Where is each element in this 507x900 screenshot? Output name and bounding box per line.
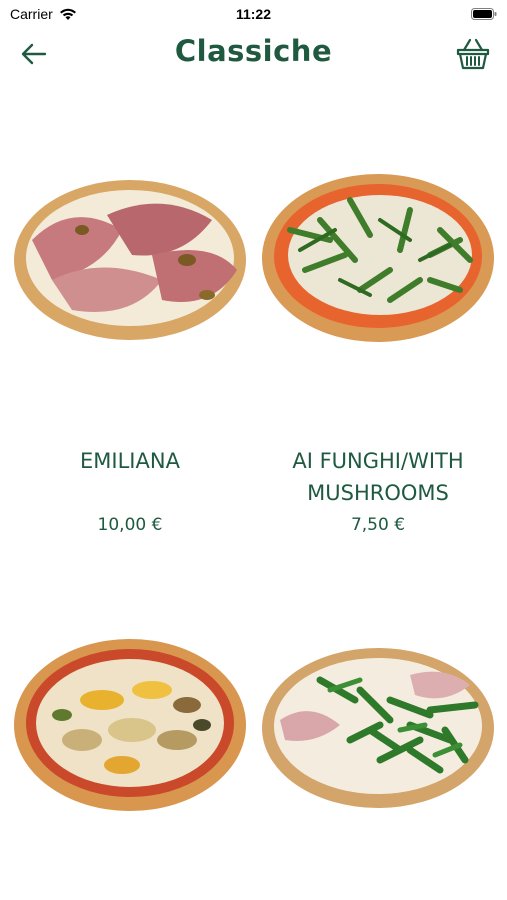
pizza-image — [14, 639, 246, 811]
product-price: 7,50 € — [350, 515, 406, 535]
page-title: Classiche — [174, 34, 333, 68]
product-card-emiliana[interactable]: EMILIANA 10,00 € — [10, 160, 250, 535]
pizza-image-emiliana — [14, 180, 246, 340]
product-price: 10,00 € — [97, 515, 163, 535]
product-card-ai-funghi[interactable]: AI FUNGHI/WITH MUSHROOMS 7,50 € — [258, 160, 498, 535]
product-name: AI FUNGHI/WITH MUSHROOMS — [292, 449, 464, 505]
basket-icon — [456, 38, 490, 70]
cart-button[interactable] — [455, 36, 491, 72]
product-name: EMILIANA — [80, 449, 180, 473]
pizza-image-ai-funghi — [262, 174, 494, 342]
pizza-image — [262, 648, 494, 808]
battery-icon — [471, 8, 497, 20]
nav-bar: Classiche — [0, 30, 507, 80]
status-bar: Carrier 11:22 — [0, 0, 507, 30]
product-card[interactable] — [10, 630, 250, 820]
status-time: 11:22 — [235, 6, 272, 22]
product-card[interactable] — [258, 630, 498, 820]
